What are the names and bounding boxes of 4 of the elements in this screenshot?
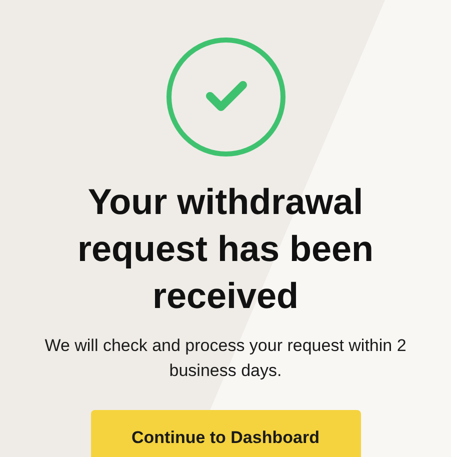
confirmation-title: Your withdrawal request has been received — [76, 180, 375, 318]
checkmark-circle-icon — [164, 36, 286, 158]
confirmation-message: We will check and process your request within 2 business days. — [44, 335, 408, 382]
continue-button[interactable]: Continue to Dashboard — [90, 410, 360, 457]
